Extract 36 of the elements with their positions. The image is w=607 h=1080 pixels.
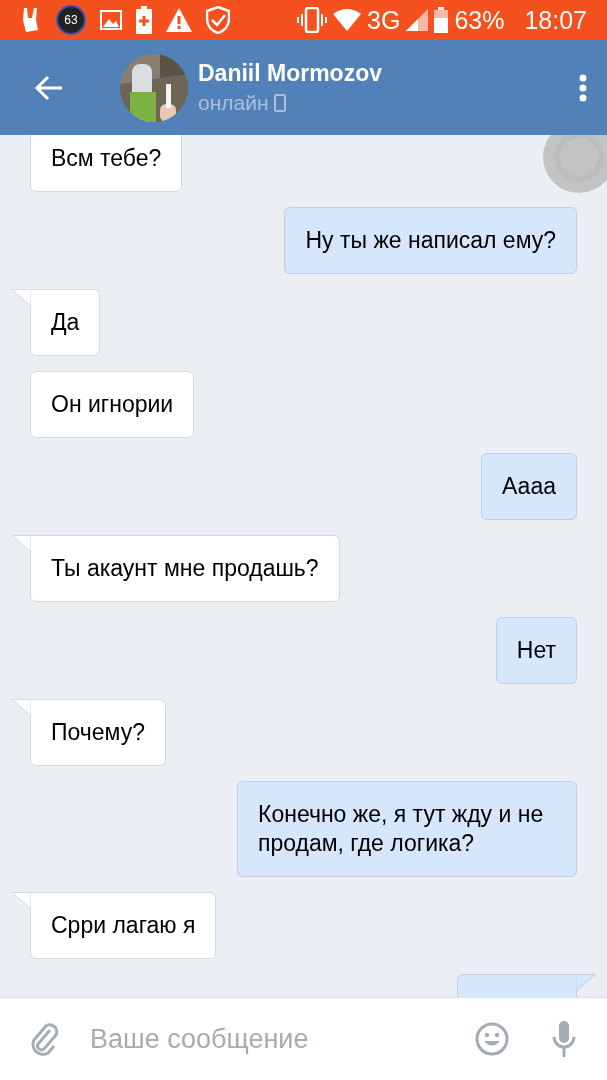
online-status: онлайн: [198, 91, 269, 115]
notification-badge: 63: [56, 5, 86, 35]
shield-check-icon: [206, 6, 230, 34]
bubble-tail-icon: [12, 892, 31, 909]
incoming-message: Ты акаунт мне продашь?: [12, 535, 340, 602]
clock: 18:07: [524, 5, 587, 35]
back-icon[interactable]: [34, 74, 64, 101]
phone-icon: [273, 94, 286, 112]
bubble-tail-icon: [576, 974, 595, 991]
outgoing-message: Аааа: [481, 453, 577, 520]
battery-icon: [434, 7, 449, 33]
signal-icon: [406, 9, 429, 31]
battery-percent: 63%: [454, 5, 505, 35]
outgoing-message: Нет: [495, 617, 577, 684]
microphone-icon[interactable]: [551, 1021, 577, 1057]
incoming-message: Почему?: [12, 699, 166, 766]
incoming-message: Срри лагаю я: [12, 892, 217, 959]
incoming-message: Он игнории: [30, 371, 195, 438]
emoji-icon[interactable]: [475, 1022, 509, 1056]
network-type: 3G: [367, 5, 401, 35]
bubble-tail-icon: [12, 699, 31, 716]
attach-icon[interactable]: [30, 1022, 60, 1056]
vibrate-icon: [297, 7, 328, 33]
incoming-message: Всм тебе?: [30, 135, 183, 192]
outgoing-message: Ну ты же написал ему?: [284, 207, 577, 274]
bubble-tail-icon: [12, 535, 31, 552]
contact-name: Daniil Mormozov: [198, 60, 383, 87]
incoming-message: Да: [12, 289, 101, 356]
message-input[interactable]: Ваше сообщение: [80, 1017, 455, 1061]
image-icon: [100, 10, 122, 30]
battery-plus-icon: [136, 6, 152, 34]
outgoing-message: Конечно же, я тут жду и не продам, где логика?: [237, 781, 577, 877]
wifi-icon: [333, 9, 362, 31]
more-options-icon[interactable]: [579, 73, 587, 102]
warning-icon: [166, 8, 192, 32]
bubble-tail-icon: [12, 289, 31, 306]
